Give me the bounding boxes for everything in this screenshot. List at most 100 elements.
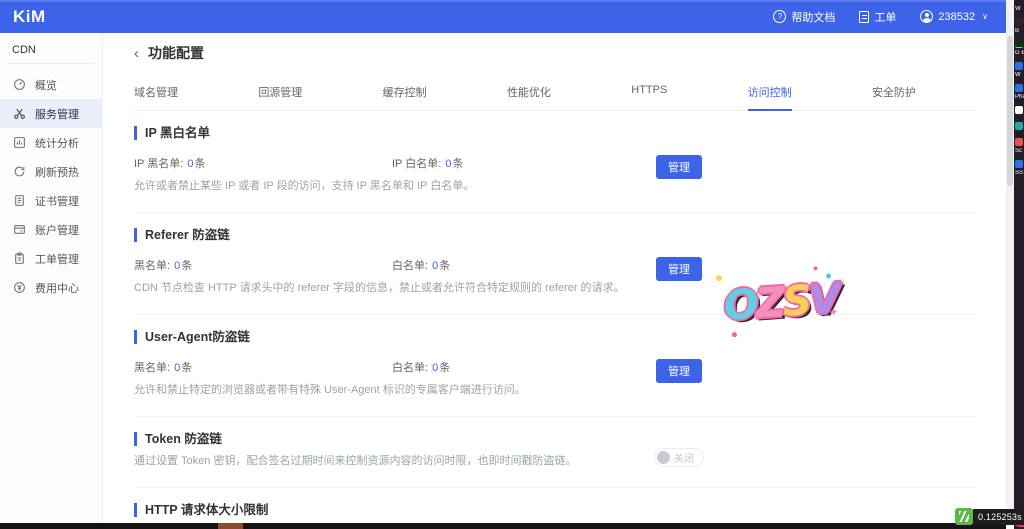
- desktop-icon[interactable]: G Exp: [1015, 40, 1024, 56]
- topbar-highlight: [0, 0, 1006, 2]
- stat-label: 黑名单:: [134, 260, 170, 272]
- stat-unit: 条: [181, 362, 192, 374]
- tab-security[interactable]: 安全防护: [872, 84, 916, 100]
- desktop-icon[interactable]: W: [1015, 62, 1024, 78]
- page-title: 功能配置: [148, 43, 204, 63]
- desktop-icon-label: SS: [1015, 170, 1024, 176]
- back-arrow-icon[interactable]: ‹: [134, 45, 139, 61]
- sidebar-item-label: 工单管理: [35, 251, 79, 267]
- stat-unit: 条: [439, 362, 450, 374]
- desktop-icon[interactable]: [1015, 106, 1024, 116]
- section-stats: 黑名单: 0条 白名单: 0条: [134, 359, 976, 375]
- sidebar-item-statistics[interactable]: 统计分析: [0, 128, 102, 157]
- screen: KiM ? 帮助文档 工单 238532 ∨ CDN 概览: [0, 0, 1024, 529]
- stat-unit: 条: [453, 158, 464, 170]
- scrollbar-thumb[interactable]: [1007, 36, 1013, 186]
- stat-label: IP 白名单:: [392, 158, 441, 170]
- desktop-edge-strip: W B G Exp W Pha Sc VP: [1014, 0, 1024, 529]
- desktop-icon-glyph: [1015, 106, 1023, 114]
- refresh-icon: [13, 165, 26, 178]
- sidebar-item-label: 费用中心: [35, 280, 79, 296]
- stat-label: IP 黑名单:: [134, 158, 183, 170]
- bottom-bar-segment: [218, 523, 243, 529]
- tabs-row: 域名管理 回源管理 缓存控制 性能优化 HTTPS 访问控制 安全防护: [134, 84, 976, 111]
- desktop-icon-glyph: [1015, 138, 1023, 146]
- sidebar-item-refresh-prefetch[interactable]: 刷新预热: [0, 157, 102, 186]
- toggle-knob: [657, 451, 670, 464]
- topbar: KiM ? 帮助文档 工单 238532 ∨: [0, 0, 1006, 33]
- stat-ip-whitelist: IP 白名单: 0条: [392, 155, 650, 171]
- sidebar-item-account-mgmt[interactable]: 账户管理: [0, 215, 102, 244]
- desktop-icon-label: B: [1015, 28, 1024, 34]
- desktop-icon-label: W: [1015, 72, 1024, 78]
- stat-label: 白名单:: [392, 260, 428, 272]
- account-menu[interactable]: 238532 ∨: [920, 10, 988, 23]
- desktop-icon[interactable]: [1015, 122, 1024, 132]
- desktop-icon-glyph: [1015, 160, 1023, 168]
- sidebar-divider: [8, 63, 94, 64]
- stat-unit: 条: [439, 260, 450, 272]
- tab-https[interactable]: HTTPS: [631, 84, 667, 100]
- help-docs-label: 帮助文档: [791, 9, 835, 25]
- speed-extension-icon[interactable]: [955, 508, 973, 525]
- manage-button[interactable]: 管理: [656, 155, 702, 179]
- stat-blacklist: 黑名单: 0条: [134, 257, 392, 273]
- timer-value: 0.125253s: [973, 509, 1024, 525]
- section-desc: CDN 节点检查 HTTP 请求头中的 referer 字段的信息，禁止或者允许…: [134, 279, 976, 295]
- section-desc: 允许和禁止特定的浏览器或者带有特殊 User-Agent 标识的专属客户端进行访…: [134, 381, 976, 397]
- desktop-icon[interactable]: Pha: [1015, 84, 1024, 100]
- section-token-antileech: Token 防盗链 通过设置 Token 密钥，配合签名过期时间来控制资源内容的…: [134, 417, 976, 488]
- section-stats: IP 黑名单: 0条 IP 白名单: 0条: [134, 155, 976, 171]
- chevron-down-icon: ∨: [982, 12, 988, 21]
- tab-access-control[interactable]: 访问控制: [748, 84, 792, 100]
- stat-unit: 条: [181, 260, 192, 272]
- stat-value: 0: [174, 362, 180, 374]
- scrollbar-track[interactable]: [1006, 0, 1014, 523]
- sidebar-item-label: 刷新预热: [35, 164, 79, 180]
- stat-whitelist: 白名单: 0条: [392, 257, 650, 273]
- desktop-icon-glyph: [1015, 122, 1023, 130]
- sidebar-item-certificates[interactable]: 证书管理: [0, 186, 102, 215]
- ticket-label: 工单: [874, 9, 896, 25]
- desktop-icon[interactable]: SS: [1015, 160, 1024, 176]
- sidebar-item-service-mgmt[interactable]: 服务管理: [0, 99, 102, 128]
- token-toggle-off[interactable]: 关闭: [654, 448, 704, 467]
- manage-button[interactable]: 管理: [656, 257, 702, 281]
- page-header: ‹ 功能配置: [134, 43, 976, 63]
- tabs: 域名管理 回源管理 缓存控制 性能优化 HTTPS 访问控制 安全防护: [134, 84, 916, 110]
- section-useragent-antileech: User-Agent防盗链 黑名单: 0条 白名单: 0条 允许和禁止特定的浏览…: [134, 315, 976, 417]
- bar-chart-icon: [13, 136, 26, 149]
- app-logo[interactable]: KiM: [13, 7, 46, 27]
- desktop-icon[interactable]: Sc VP: [1015, 138, 1024, 154]
- account-id: 238532: [938, 11, 975, 23]
- sidebar-item-label: 统计分析: [35, 135, 79, 151]
- ticket-link[interactable]: 工单: [859, 9, 896, 25]
- main-content: ‹ 功能配置 域名管理 回源管理 缓存控制 性能优化 HTTPS 访问控制 安全…: [104, 33, 1006, 523]
- stat-value: 0: [432, 260, 438, 272]
- tab-domain-mgmt[interactable]: 域名管理: [134, 84, 178, 100]
- section-stats: 黑名单: 0条 白名单: 0条: [134, 257, 976, 273]
- desktop-icon-label: Pha: [1015, 94, 1024, 100]
- tab-origin-mgmt[interactable]: 回源管理: [258, 84, 302, 100]
- desktop-icon[interactable]: W: [1015, 6, 1024, 12]
- desktop-icon-glyph: [1015, 40, 1023, 48]
- tab-cache-control[interactable]: 缓存控制: [383, 84, 427, 100]
- sidebar-item-billing-center[interactable]: 费用中心: [0, 273, 102, 302]
- tab-performance[interactable]: 性能优化: [507, 84, 551, 100]
- desktop-icon-label: Sc VP: [1015, 148, 1024, 154]
- bottom-edge-bar: [0, 523, 1006, 529]
- desktop-icon[interactable]: B: [1015, 18, 1024, 34]
- help-docs-link[interactable]: ? 帮助文档: [773, 9, 835, 25]
- manage-button[interactable]: 管理: [656, 359, 702, 383]
- billing-coin-icon: [13, 281, 26, 294]
- card-icon: [13, 223, 26, 236]
- sidebar: CDN 概览 服务管理 统计分析 刷新预热 证书管理 账户管理 工单管理: [0, 33, 103, 523]
- stat-whitelist: 白名单: 0条: [392, 359, 650, 375]
- dashboard-icon: [13, 78, 26, 91]
- sidebar-item-ticket-mgmt[interactable]: 工单管理: [0, 244, 102, 273]
- desktop-icon-glyph: [1015, 18, 1023, 26]
- section-referer-antileech: Referer 防盗链 黑名单: 0条 白名单: 0条 CDN 节点检查 HTT…: [134, 213, 976, 315]
- sidebar-item-overview[interactable]: 概览: [0, 70, 102, 99]
- product-title: CDN: [0, 33, 102, 63]
- section-title: IP 黑白名单: [134, 126, 976, 140]
